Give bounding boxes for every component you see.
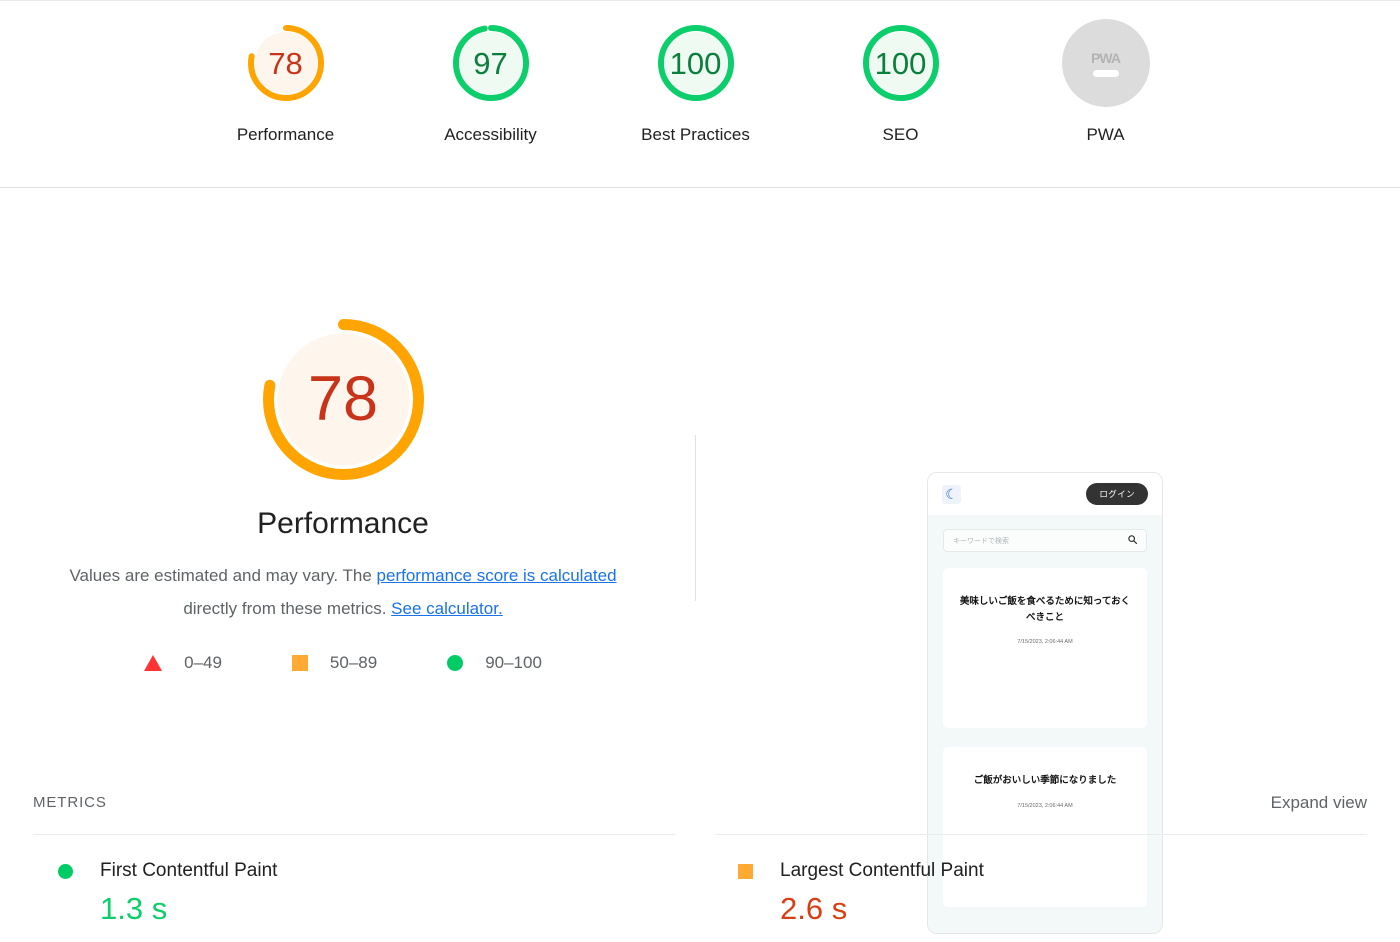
gauge-best-practices: 100 (652, 19, 740, 107)
description-text-2: directly from these metrics. (183, 599, 392, 619)
score-item-accessibility[interactable]: 97 Accessibility (433, 19, 548, 145)
performance-gauge-block: 78 Performance Values are estimated and … (33, 308, 653, 673)
square-icon (291, 655, 308, 672)
square-icon (738, 863, 753, 879)
metric-item-first-contentful-paint[interactable]: First Contentful Paint 1.3 s (58, 860, 277, 929)
gauge-performance: 78 (242, 19, 330, 107)
metric-value: 1.3 s (100, 891, 168, 926)
metric-item-largest-contentful-paint[interactable]: Largest Contentful Paint 2.6 s (738, 860, 984, 929)
metric-name: First Contentful Paint (100, 860, 278, 881)
pwa-watermark-text: PWA (1091, 49, 1121, 66)
score-label-pwa: PWA (1086, 125, 1125, 144)
preview-post-title: 美味しいご飯を食べるために知っておくべきこと (959, 596, 1131, 623)
vertical-divider (695, 435, 696, 601)
legend-item-fail: 0–49 (144, 653, 222, 673)
metrics-header: METRICS Expand view (0, 780, 1400, 834)
category-header-performance: 78 Performance Values are estimated and … (0, 188, 1400, 934)
metric-name: Largest Contentful Paint (780, 860, 984, 881)
see-calculator-link[interactable]: See calculator. (391, 599, 503, 618)
description-text-1: Values are estimated and may vary. The (69, 566, 377, 585)
search-glyph (1128, 535, 1137, 544)
pwa-dash-icon (1092, 69, 1119, 77)
metrics-divider-right (715, 834, 1367, 835)
metrics-divider-left (33, 834, 675, 835)
score-label-best-practices: Best Practices (641, 125, 750, 144)
legend-item-pass: 90–100 (447, 653, 542, 673)
metric-value: 2.6 s (780, 891, 848, 926)
metrics-section: METRICS Expand view First Contentful Pai… (0, 780, 1400, 942)
legend-range-fail: 0–49 (184, 653, 222, 673)
circle-icon (58, 863, 73, 879)
scores-summary-bar: 78 Performance 97 Accessibility 100 Best… (0, 0, 1400, 188)
score-item-seo[interactable]: 100 SEO (843, 19, 958, 145)
metric-row: Largest Contentful Paint (738, 860, 984, 882)
gauge-accessibility: 97 (447, 19, 535, 107)
score-item-performance[interactable]: 78 Performance (228, 19, 343, 145)
gauge-value-performance: 78 (268, 45, 303, 81)
triangle-icon (144, 655, 163, 672)
gauge-seo: 100 (857, 19, 945, 107)
scores-row: 78 Performance 97 Accessibility 100 Best… (228, 19, 1178, 145)
metrics-section-title: METRICS (33, 794, 107, 811)
score-item-pwa[interactable]: PWA PWA (1048, 19, 1163, 145)
moon-glyph: ☾ (945, 486, 958, 502)
category-description: Values are estimated and may vary. The p… (61, 559, 626, 625)
legend-range-average: 50–89 (329, 653, 378, 673)
score-item-best-practices[interactable]: 100 Best Practices (638, 19, 753, 145)
moon-icon: ☾ (942, 484, 961, 504)
search-icon (1128, 535, 1137, 546)
score-label-performance: Performance (236, 125, 335, 144)
gauge-value-accessibility: 97 (473, 45, 508, 81)
gauge-value-best-practices: 100 (669, 45, 722, 81)
preview-search-placeholder: キーワードで検索 (953, 537, 1009, 545)
gauge-performance-large: 78 (252, 308, 435, 491)
preview-post-date: 7/15/2023, 2:06:44 AM (1017, 639, 1073, 646)
metric-row: First Contentful Paint (58, 860, 277, 882)
lighthouse-report: 78 Performance 97 Accessibility 100 Best… (0, 0, 1400, 942)
score-scale-legend: 0–49 50–89 90–100 (144, 653, 542, 673)
circle-icon (447, 655, 464, 672)
preview-site-header: ☾ ログイン (928, 473, 1162, 515)
preview-search-box: キーワードで検索 (943, 529, 1147, 552)
score-label-seo: SEO (882, 125, 919, 144)
legend-range-pass: 90–100 (485, 653, 542, 673)
performance-score-calculated-link[interactable]: performance score is calculated (377, 566, 617, 585)
gauge-pwa-badge: PWA (1061, 19, 1150, 107)
category-title: Performance (257, 507, 429, 540)
expand-view-toggle[interactable]: Expand view (1271, 793, 1367, 813)
preview-post-card: 美味しいご飯を食べるために知っておくべきこと 7/15/2023, 2:06:4… (943, 568, 1147, 728)
legend-item-average: 50–89 (291, 653, 378, 673)
score-label-accessibility: Accessibility (444, 125, 537, 144)
gauge-value-seo: 100 (874, 45, 927, 81)
preview-login-button: ログイン (1086, 483, 1148, 505)
gauge-value-performance-large: 78 (307, 364, 379, 434)
